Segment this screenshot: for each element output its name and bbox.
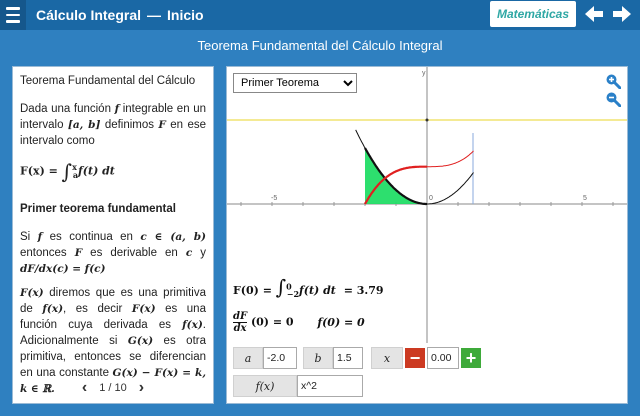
definition-formula: F(x) = ∫xaf(t) dt [20, 159, 115, 184]
fx-input[interactable] [297, 375, 363, 397]
x-input[interactable] [427, 347, 459, 369]
theorem-statement: Si f es continua en c ∈ (a, b) entonces … [20, 230, 206, 275]
parameter-controls: a b x − + f(x) [227, 343, 627, 403]
app-name: Cálculo Integral [36, 7, 142, 23]
menu-button[interactable] [0, 0, 26, 30]
page-title: Teorema Fundamental del Cálculo Integral [197, 38, 443, 53]
b-input[interactable] [333, 347, 363, 369]
derivative-result: dF dx (0) = 0 f(0) = 0 [233, 311, 365, 334]
arrow-right-icon[interactable] [610, 3, 634, 25]
arrow-left-icon[interactable] [582, 3, 606, 25]
fx-label: f(x) [233, 375, 297, 397]
theorem-select[interactable]: Primer Teorema [233, 73, 357, 93]
zoom-out-icon[interactable] [605, 91, 621, 107]
theory-panel: Teorema Fundamental del Cálculo Dada una… [12, 66, 214, 404]
a-input[interactable] [263, 347, 297, 369]
menu-icon-line [6, 7, 20, 10]
increase-x-button[interactable]: + [461, 348, 481, 368]
top-bar: Cálculo Integral — Inicio Matemáticas [0, 0, 640, 30]
app-title: Cálculo Integral — Inicio [36, 7, 204, 23]
b-label: b [303, 347, 333, 369]
theorem-subtitle: Primer teorema fundamental [20, 202, 176, 215]
evaluation-point [425, 118, 429, 122]
decrease-x-button[interactable]: − [405, 348, 425, 368]
theory-intro: Dada una función f integrable en un inte… [20, 103, 206, 147]
section-name: Inicio [167, 7, 204, 23]
y-axis-label: y [422, 70, 426, 77]
theory-title: Teorema Fundamental del Cálculo [20, 75, 196, 87]
pager-prev-icon[interactable]: ‹ [82, 379, 87, 397]
menu-icon-line [6, 13, 20, 17]
title-separator: — [147, 7, 162, 23]
x-tick-label: 0 [429, 195, 433, 202]
x-tick-label: -5 [271, 195, 277, 202]
menu-icon-line [6, 20, 20, 23]
a-label: a [233, 347, 263, 369]
pager-next-icon[interactable]: › [139, 379, 144, 397]
x-tick-label: 5 [583, 195, 587, 202]
subject-badge[interactable]: Matemáticas [490, 1, 576, 27]
function-graph[interactable]: y -5 0 5 [227, 67, 627, 343]
integral-area [365, 148, 427, 204]
graph-panel: y -5 0 5 Primer Teorema F(0) = ∫0−2f(t) … [226, 66, 628, 404]
pager: ‹ 1 / 10 › [13, 379, 213, 397]
x-label: x [371, 347, 403, 369]
zoom-in-icon[interactable] [605, 73, 621, 89]
page-counter: 1 / 10 [99, 382, 127, 394]
integral-result: F(0) = ∫0−2f(t) dt = 3.79 [233, 275, 384, 300]
